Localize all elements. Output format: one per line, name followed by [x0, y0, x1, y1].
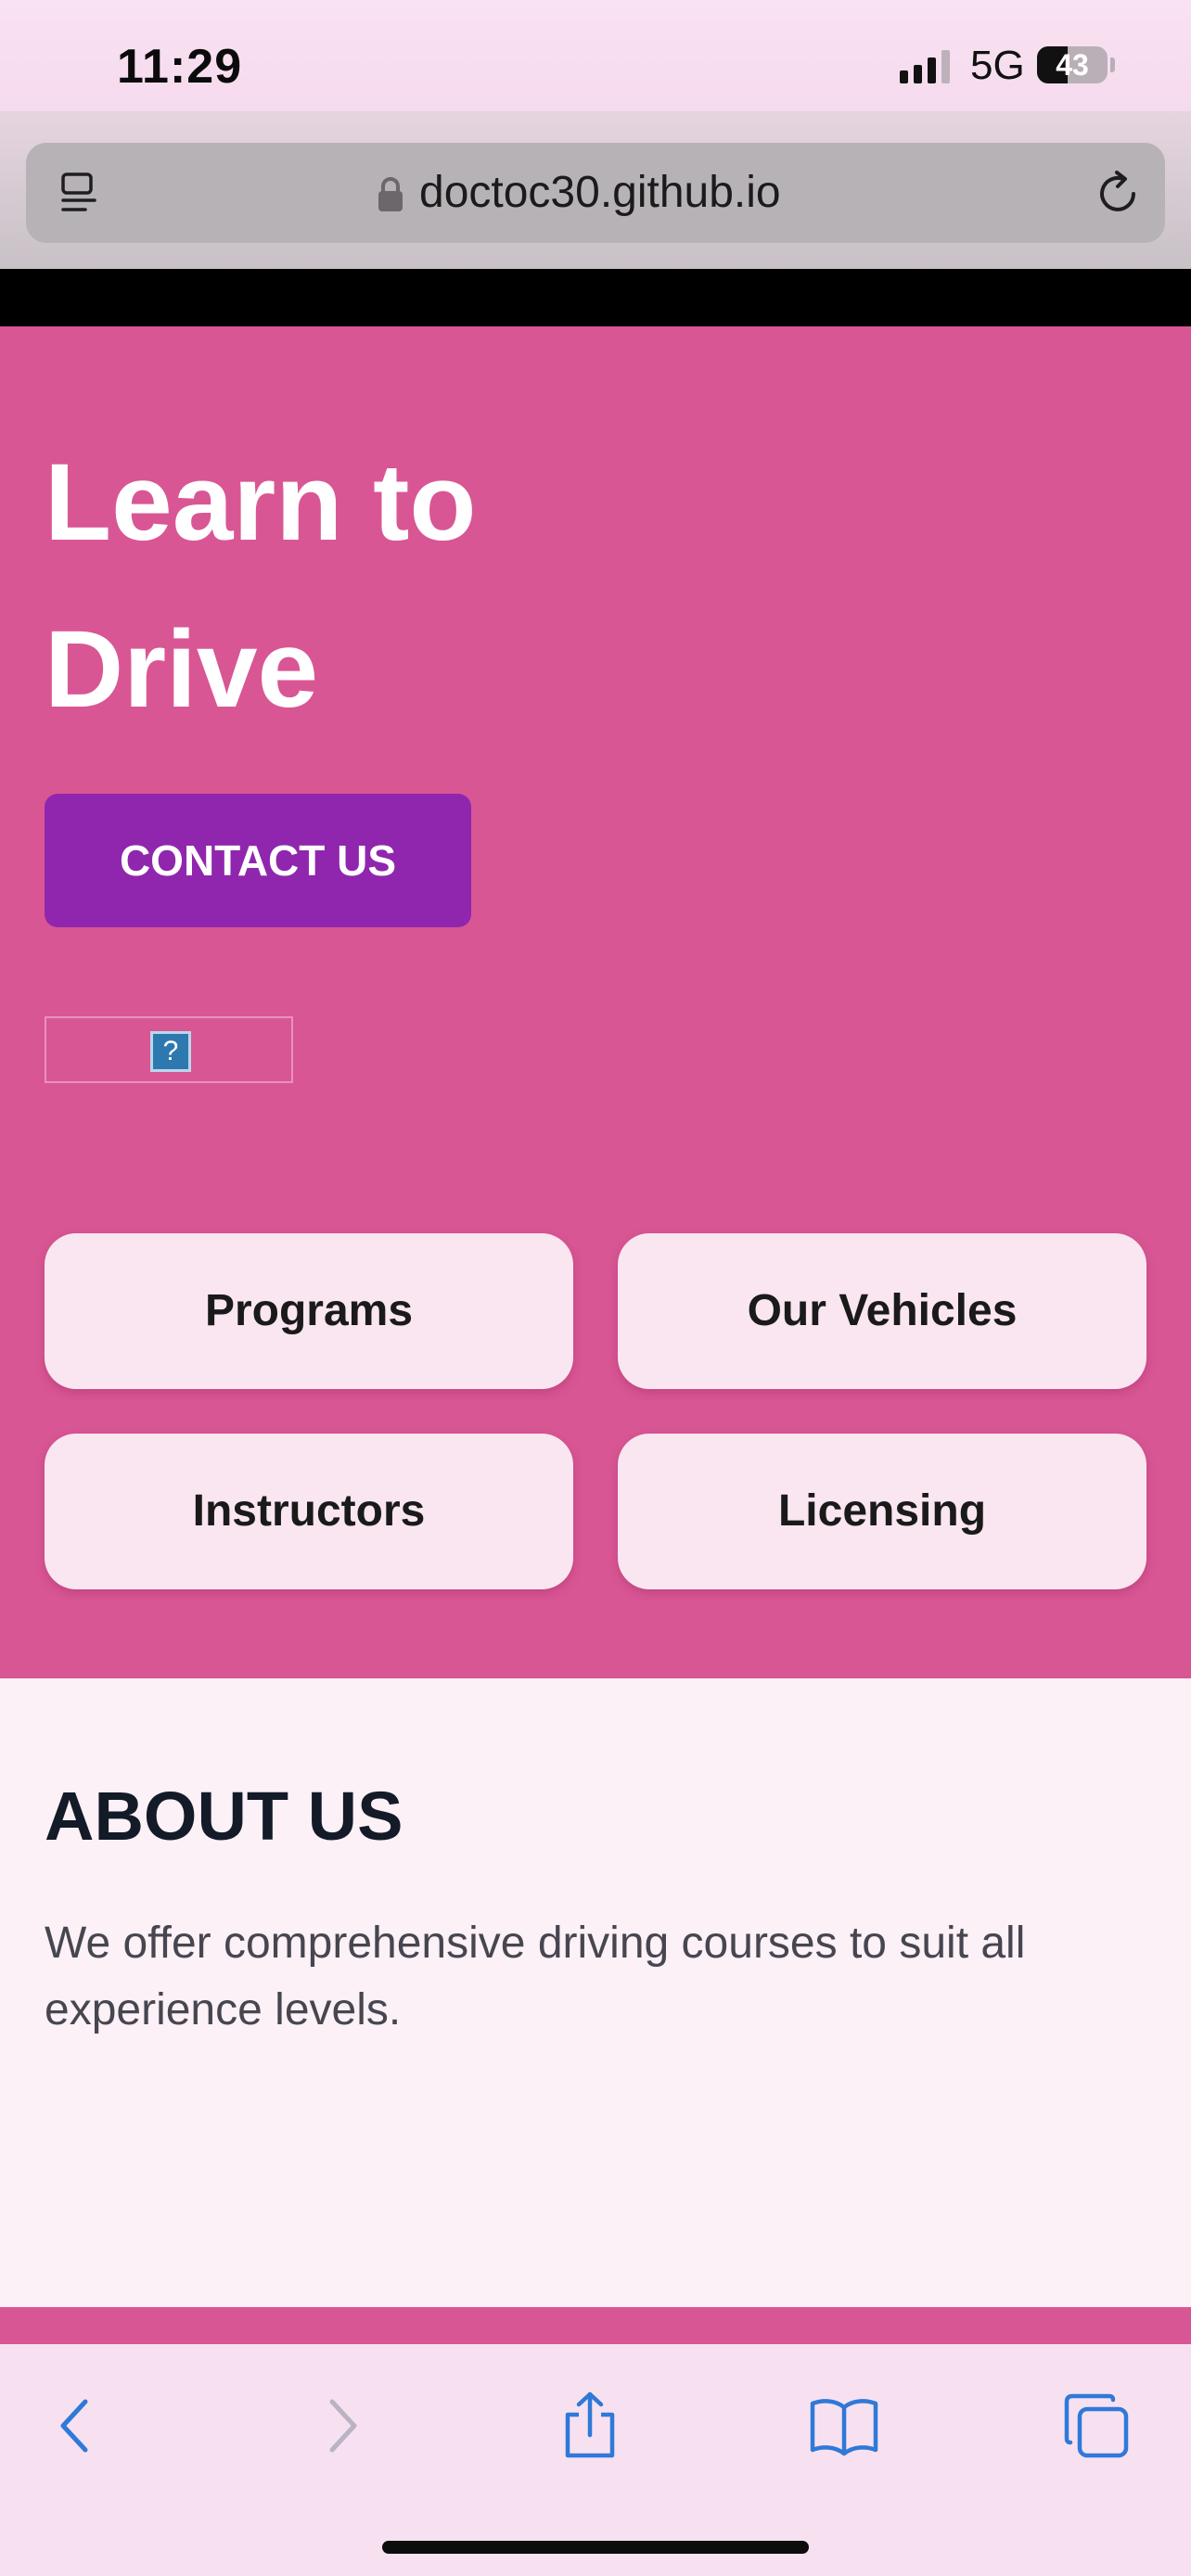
- broken-image-icon: ?: [150, 1031, 191, 1072]
- tile-licensing[interactable]: Licensing: [618, 1434, 1146, 1589]
- tabs-icon[interactable]: [1059, 2389, 1133, 2463]
- back-icon[interactable]: [41, 2389, 115, 2463]
- status-time: 11:29: [117, 40, 243, 94]
- signal-icon: [900, 48, 950, 83]
- about-title: ABOUT US: [45, 1778, 403, 1855]
- network-type: 5G: [970, 43, 1025, 88]
- next-section-edge: [0, 2307, 1191, 2344]
- url-text: doctoc30.github.io: [419, 168, 781, 217]
- broken-image: ?: [45, 1016, 293, 1083]
- forward-icon[interactable]: [302, 2389, 377, 2463]
- tile-our-vehicles[interactable]: Our Vehicles: [618, 1233, 1146, 1389]
- browser-chrome: doctoc30.github.io: [0, 111, 1191, 269]
- address-bar[interactable]: doctoc30.github.io: [26, 143, 1165, 243]
- share-icon[interactable]: [553, 2389, 627, 2463]
- lock-icon: [378, 177, 403, 211]
- battery-icon: 43: [1037, 46, 1108, 83]
- reload-icon[interactable]: [1093, 169, 1143, 219]
- about-text: We offer comprehensive driving courses t…: [45, 1919, 1026, 2034]
- reader-icon[interactable]: [58, 171, 102, 215]
- hero-section: Learn to Drive CONTACT US ? Programs Our…: [0, 326, 1191, 1678]
- battery-tip: [1110, 57, 1115, 72]
- home-indicator[interactable]: [382, 2541, 809, 2554]
- tile-programs[interactable]: Programs: [45, 1233, 573, 1389]
- about-section: ABOUT US We offer comprehensive driving …: [0, 1678, 1191, 2307]
- contact-us-button[interactable]: CONTACT US: [45, 794, 471, 927]
- hero-title: Learn to Drive: [45, 441, 477, 731]
- battery-level: 43: [1056, 48, 1089, 82]
- tile-instructors[interactable]: Instructors: [45, 1434, 573, 1589]
- bookmarks-icon[interactable]: [807, 2389, 881, 2463]
- browser-toolbar: [0, 2344, 1191, 2576]
- site-header-bar: [0, 269, 1191, 326]
- page: 11:29 5G 43 doctoc30.github.io Learn to …: [0, 0, 1191, 2576]
